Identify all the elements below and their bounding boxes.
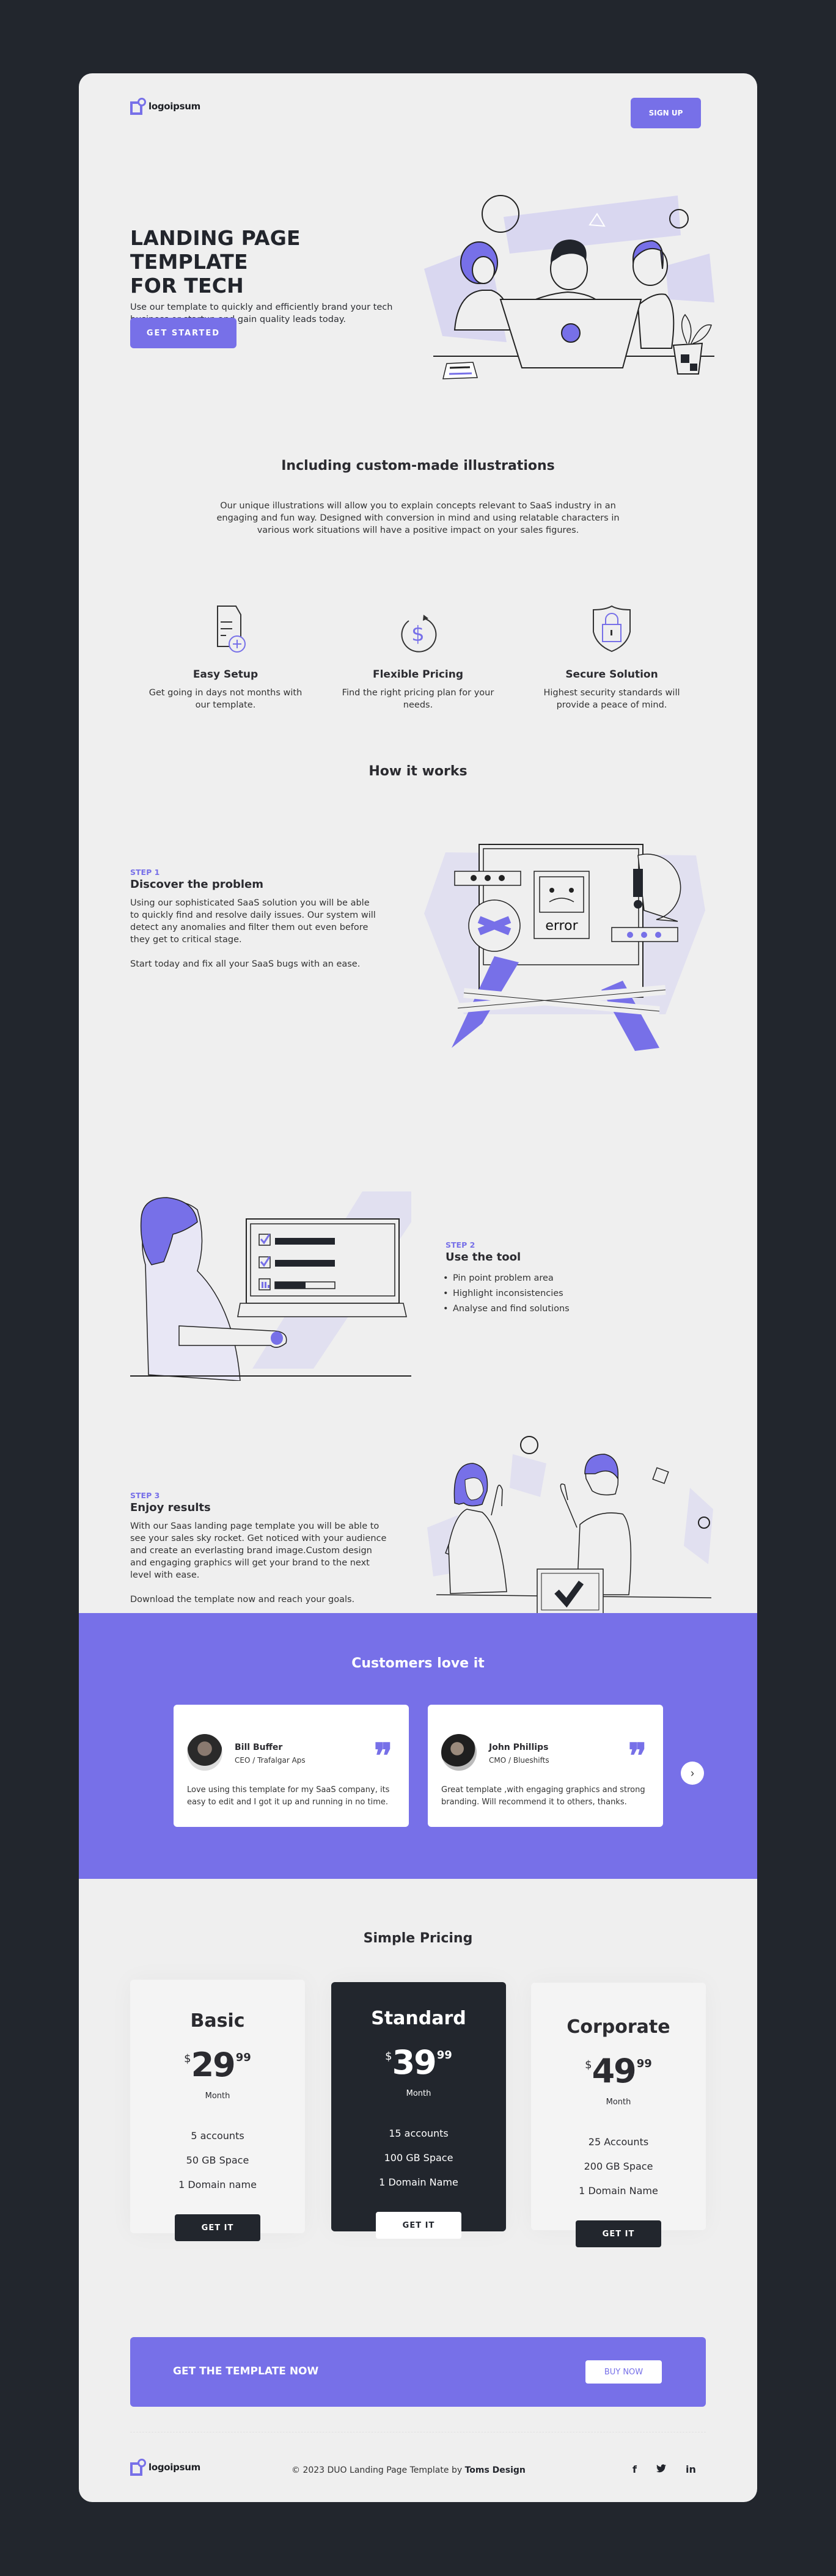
plan-features: 25 Accounts 200 GB Space 1 Domain Name bbox=[579, 2136, 658, 2197]
cta-banner: GET THE TEMPLATE NOW BUY NOW bbox=[130, 2337, 706, 2407]
hero-title: LANDING PAGE TEMPLATE FOR TECH bbox=[130, 226, 301, 298]
bullet-item: Pin point problem area bbox=[443, 1271, 653, 1286]
logo-icon bbox=[130, 2459, 146, 2476]
step-1-illustration: error bbox=[424, 844, 705, 1051]
avatar bbox=[441, 1734, 477, 1771]
landing-page: logoipsum SIGN UP LANDING PAGE TEMPLATE … bbox=[79, 73, 757, 2502]
plan-features: 15 accounts 100 GB Space 1 Domain Name bbox=[379, 2128, 458, 2188]
feature-title: Flexible Pricing bbox=[372, 668, 464, 681]
testimonial-name: Bill Buffer bbox=[235, 1743, 283, 1752]
how-it-works-title: How it works bbox=[369, 764, 468, 779]
document-plus-icon bbox=[217, 606, 246, 653]
plan-price: $ 49 99 bbox=[585, 2052, 652, 2090]
error-text: error bbox=[545, 918, 578, 934]
testimonial-text: Great template ,with engaging graphics a… bbox=[441, 1785, 645, 1807]
plan-name: Basic bbox=[190, 2010, 245, 2032]
testimonial-text: Love using this template for my SaaS com… bbox=[187, 1785, 390, 1807]
copyright: © 2023 DUO Landing Page Template by Toms… bbox=[292, 2465, 526, 2475]
step-label: STEP 1 bbox=[130, 868, 160, 877]
step-2-illustration bbox=[130, 1191, 411, 1381]
plan-price: $ 29 99 bbox=[184, 2046, 251, 2084]
testimonial-card: John Phillips CMO / Blueshifts ❞ Great t… bbox=[428, 1705, 663, 1827]
feature-text: Find the right pricing plan for your nee… bbox=[342, 688, 494, 710]
dollar-cycle-icon: $ bbox=[401, 615, 437, 653]
feature-title: Easy Setup bbox=[193, 668, 258, 681]
pricing-title: Simple Pricing bbox=[363, 1931, 473, 1946]
step-1: STEP 1 Discover the problem Using our so… bbox=[130, 868, 381, 970]
carousel-next-button[interactable]: › bbox=[681, 1762, 704, 1785]
step-title: Use the tool bbox=[446, 1251, 521, 1264]
svg-text:$: $ bbox=[411, 622, 425, 646]
buy-now-button[interactable]: BUY NOW bbox=[585, 2360, 662, 2384]
step-body: With our Saas landing page template you … bbox=[130, 1521, 387, 1605]
author-link[interactable]: Toms Design bbox=[465, 2465, 526, 2475]
plan-features: 5 accounts 50 GB Space 1 Domain name bbox=[178, 2130, 257, 2190]
feature-text: Get going in days not months with our te… bbox=[148, 688, 302, 710]
testimonial-name: John Phillips bbox=[489, 1743, 549, 1752]
chevron-right-icon: › bbox=[691, 1766, 694, 1779]
twitter-icon[interactable] bbox=[656, 2464, 666, 2475]
step-3-illustration bbox=[427, 1436, 713, 1627]
logo-icon bbox=[130, 98, 146, 115]
footer-logo[interactable]: logoipsum bbox=[130, 2459, 200, 2476]
feature-title: Secure Solution bbox=[565, 668, 658, 681]
signup-button[interactable]: SIGN UP bbox=[631, 98, 701, 128]
bullet-item: Highlight inconsistencies bbox=[443, 1286, 653, 1301]
header-logo[interactable]: logoipsum bbox=[130, 98, 200, 115]
plan-name: Corporate bbox=[566, 2016, 670, 2038]
step-bullets: Pin point problem area Highlight inconsi… bbox=[443, 1271, 653, 1317]
avatar bbox=[187, 1734, 222, 1771]
feature-text: Highest security standards will provide … bbox=[543, 688, 680, 710]
plan-period: Month bbox=[606, 2098, 631, 2107]
linkedin-icon[interactable]: in bbox=[686, 2464, 696, 2475]
social-links: f in bbox=[632, 2464, 696, 2475]
hero-text: LANDING PAGE TEMPLATE FOR TECH Use our t… bbox=[130, 226, 405, 326]
step-body: Using our sophisticated SaaS solution yo… bbox=[130, 898, 376, 969]
logo-text: logoipsum bbox=[148, 101, 200, 112]
facebook-icon[interactable]: f bbox=[632, 2464, 637, 2475]
feature-secure-solution: Secure Solution Highest security standar… bbox=[532, 602, 691, 711]
step-label: STEP 2 bbox=[446, 1240, 475, 1250]
logo-text: logoipsum bbox=[148, 2462, 200, 2473]
get-it-button[interactable]: GET IT bbox=[175, 2214, 260, 2241]
plan-price: $ 39 99 bbox=[385, 2043, 452, 2082]
shield-lock-icon bbox=[593, 605, 631, 653]
step-label: STEP 3 bbox=[130, 1491, 160, 1500]
get-it-button[interactable]: GET IT bbox=[376, 2212, 461, 2239]
pricing-card-corporate: Corporate $ 49 99 Month 25 Accounts 200 … bbox=[531, 1983, 706, 2247]
testimonials-title: Customers love it bbox=[351, 1656, 485, 1671]
pricing-card-basic: Basic $ 29 99 Month 5 accounts 50 GB Spa… bbox=[130, 1980, 305, 2241]
intro-body: Our unique illustrations will allow you … bbox=[216, 501, 620, 535]
testimonials-section: Customers love it Bill Buffer CEO / Traf… bbox=[79, 1613, 757, 1879]
feature-flexible-pricing: $ Flexible Pricing Find the right pricin… bbox=[339, 602, 497, 711]
testimonial-role: CEO / Trafalgar Aps bbox=[235, 1756, 306, 1765]
intro-title: Including custom-made illustrations bbox=[281, 458, 555, 474]
step-title: Discover the problem bbox=[130, 878, 263, 891]
step-title: Enjoy results bbox=[130, 1501, 211, 1514]
plan-period: Month bbox=[406, 2089, 431, 2098]
bullet-item: Analyse and find solutions bbox=[443, 1301, 653, 1317]
feature-easy-setup: Easy Setup Get going in days not months … bbox=[146, 602, 305, 711]
get-it-button[interactable]: GET IT bbox=[576, 2220, 661, 2247]
testimonial-role: CMO / Blueshifts bbox=[489, 1756, 549, 1765]
quote-icon: ❞ bbox=[374, 1736, 393, 1776]
hero-illustration bbox=[424, 195, 714, 379]
cta-title: GET THE TEMPLATE NOW bbox=[173, 2365, 319, 2377]
get-started-button[interactable]: GET STARTED bbox=[130, 318, 237, 348]
step-2: STEP 2 Use the tool Pin point problem ar… bbox=[443, 1240, 653, 1317]
plan-period: Month bbox=[205, 2091, 230, 2101]
pricing-card-standard: Standard $ 39 99 Month 15 accounts 100 G… bbox=[331, 1982, 506, 2239]
quote-icon: ❞ bbox=[628, 1736, 647, 1776]
step-3: STEP 3 Enjoy results With our Saas landi… bbox=[130, 1491, 387, 1606]
plan-name: Standard bbox=[371, 2008, 466, 2029]
testimonial-card: Bill Buffer CEO / Trafalgar Aps ❞ Love u… bbox=[174, 1705, 409, 1827]
